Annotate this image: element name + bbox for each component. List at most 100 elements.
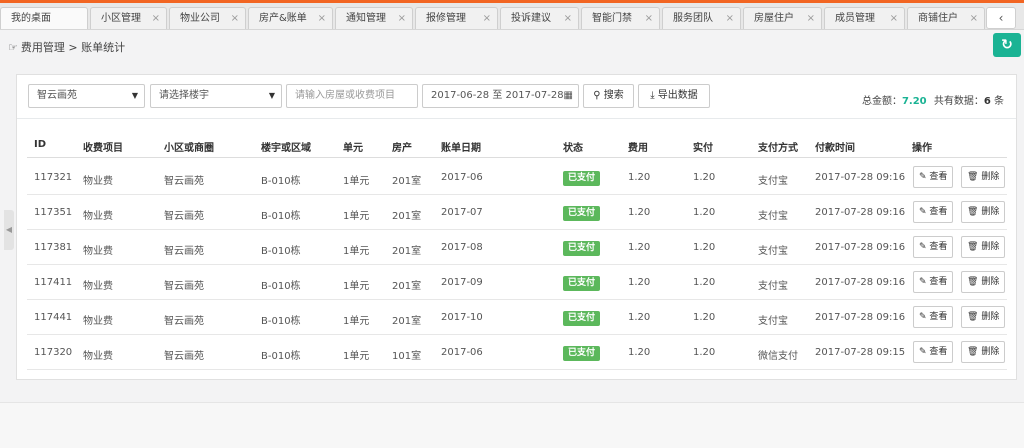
tab-complaint[interactable]: 投诉建议 × — [500, 7, 579, 29]
delete-button[interactable]: 🗑 删除 — [961, 271, 1006, 293]
view-label: 查看 — [929, 277, 948, 287]
tab-label: 报修管理 — [426, 13, 466, 24]
community-select[interactable]: 智云画苑 ▼ — [28, 84, 145, 108]
close-icon[interactable]: × — [970, 8, 978, 30]
column-header: 状态 — [563, 143, 583, 154]
count-label: 共有数据： — [933, 96, 984, 107]
edit-icon: ✎ — [919, 277, 927, 287]
close-icon[interactable]: × — [726, 8, 734, 30]
cell-room: 201室 — [392, 246, 422, 257]
cell-id: 117321 — [34, 172, 73, 183]
cell-paid: 1.20 — [693, 347, 716, 358]
cell-pay-time: 2017-07-28 09:16 — [815, 172, 906, 183]
view-button[interactable]: ✎ 查看 — [913, 166, 954, 188]
bill-panel: 智云画苑 ▼ 请选择楼宇 ▼ 请输入房屋或收费项目 2017-06-28 至 201… — [16, 74, 1017, 380]
tab-community[interactable]: 小区管理 × — [90, 7, 167, 29]
delete-label: 删除 — [981, 312, 1000, 322]
cell-pay-method: 支付宝 — [758, 316, 788, 327]
export-button[interactable]: ⤓ 导出数据 — [638, 84, 710, 108]
cell-room: 101室 — [392, 351, 422, 362]
edit-icon: ✎ — [919, 242, 927, 252]
community-value: 智云画苑 — [37, 90, 77, 101]
column-header: 账单日期 — [441, 143, 481, 154]
view-button[interactable]: ✎ 查看 — [913, 236, 954, 258]
download-icon: ⤓ — [650, 90, 655, 101]
tab-label: 房屋住户 — [754, 13, 794, 24]
tab-access-control[interactable]: 智能门禁 × — [581, 7, 660, 29]
refresh-button[interactable]: ↻ — [993, 33, 1021, 57]
close-icon[interactable]: × — [398, 8, 406, 30]
tab-label: 投诉建议 — [511, 13, 551, 24]
cell-pay-method: 支付宝 — [758, 176, 788, 187]
close-icon[interactable]: × — [890, 8, 898, 30]
view-button[interactable]: ✎ 查看 — [913, 201, 954, 223]
chevron-left-icon: ‹ — [998, 11, 1004, 25]
close-icon[interactable]: × — [318, 8, 326, 30]
total-label: 总金额： — [861, 96, 902, 107]
delete-button[interactable]: 🗑 删除 — [961, 341, 1006, 363]
cell-item: 物业费 — [83, 316, 113, 327]
sidebar-toggle[interactable]: ◀ — [4, 210, 14, 250]
delete-button[interactable]: 🗑 删除 — [961, 236, 1006, 258]
delete-label: 删除 — [981, 277, 1000, 287]
view-button[interactable]: ✎ 查看 — [913, 306, 954, 328]
tab-label: 成员管理 — [835, 13, 875, 24]
breadcrumb-separator: > — [68, 41, 78, 54]
view-button[interactable]: ✎ 查看 — [913, 341, 954, 363]
column-header: 费用 — [628, 143, 648, 154]
close-icon[interactable]: × — [645, 8, 653, 30]
cell-community: 智云画苑 — [164, 281, 204, 292]
status-badge: 已支付 — [563, 206, 601, 221]
search-button[interactable]: ⚲ 搜索 — [583, 84, 634, 108]
cell-fee: 1.20 — [628, 277, 651, 288]
close-icon[interactable]: × — [231, 8, 239, 30]
delete-button[interactable]: 🗑 删除 — [961, 201, 1006, 223]
tab-residents[interactable]: 房屋住户 × — [743, 7, 822, 29]
column-header: 楼宇或区域 — [261, 143, 311, 154]
building-select[interactable]: 请选择楼宇 ▼ — [150, 84, 282, 108]
edit-icon: ✎ — [919, 207, 927, 217]
breadcrumb-parent[interactable]: 费用管理 — [21, 41, 65, 54]
cell-room: 201室 — [392, 281, 422, 292]
delete-button[interactable]: 🗑 删除 — [961, 166, 1006, 188]
table-row: 117441 物业费 智云画苑 B-010栋 1单元 201室 2017-10 1.20 1.2… — [27, 300, 1007, 335]
close-icon[interactable]: × — [564, 8, 572, 30]
date-from: 2017-06-28 — [431, 90, 490, 101]
date-range-input[interactable]: 2017-06-28 至 2017-07-28 ▦ — [422, 84, 579, 108]
tab-repair[interactable]: 报修管理 × — [415, 7, 498, 29]
date-to: 2017-07-28 — [505, 90, 564, 101]
status-badge: 已支付 — [563, 241, 601, 256]
cell-bill-date: 2017-06 — [441, 347, 483, 358]
tab-members[interactable]: 成员管理 × — [824, 7, 905, 29]
tab-notice[interactable]: 通知管理 × — [335, 7, 413, 29]
cell-building: B-010栋 — [261, 246, 301, 257]
close-icon[interactable]: × — [152, 8, 160, 30]
filter-toolbar: 智云画苑 ▼ 请选择楼宇 ▼ 请输入房屋或收费项目 2017-06-28 至 201… — [17, 75, 1016, 119]
status-badge: 已支付 — [563, 311, 601, 326]
cell-paid: 1.20 — [693, 277, 716, 288]
tab-property-bill[interactable]: 房产&账单 × — [248, 7, 333, 29]
view-label: 查看 — [929, 347, 948, 357]
tab-prev-button[interactable]: ‹ — [986, 7, 1016, 29]
tab-shop-residents[interactable]: 商铺住户 × — [907, 7, 985, 29]
tab-label: 小区管理 — [101, 13, 141, 24]
tab-desktop[interactable]: 我的桌面 — [0, 7, 88, 29]
search-input[interactable]: 请输入房屋或收费项目 — [286, 84, 418, 108]
delete-button[interactable]: 🗑 删除 — [961, 306, 1006, 328]
close-icon[interactable]: × — [807, 8, 815, 30]
view-button[interactable]: ✎ 查看 — [913, 271, 954, 293]
cell-id: 117441 — [34, 312, 73, 323]
cell-id: 117381 — [34, 242, 73, 253]
close-icon[interactable]: × — [483, 8, 491, 30]
cell-bill-date: 2017-09 — [441, 277, 483, 288]
cell-community: 智云画苑 — [164, 316, 204, 327]
tab-label: 物业公司 — [180, 13, 220, 24]
view-label: 查看 — [929, 312, 948, 322]
tab-property-company[interactable]: 物业公司 × — [169, 7, 246, 29]
tab-service-team[interactable]: 服务团队 × — [662, 7, 741, 29]
table-row: 117320 物业费 智云画苑 B-010栋 1单元 101室 2017-06 1.20 1.2… — [27, 335, 1007, 370]
cell-item: 物业费 — [83, 246, 113, 257]
cell-building: B-010栋 — [261, 351, 301, 362]
trash-icon: 🗑 — [967, 312, 979, 322]
column-header: 付款时间 — [815, 143, 855, 154]
